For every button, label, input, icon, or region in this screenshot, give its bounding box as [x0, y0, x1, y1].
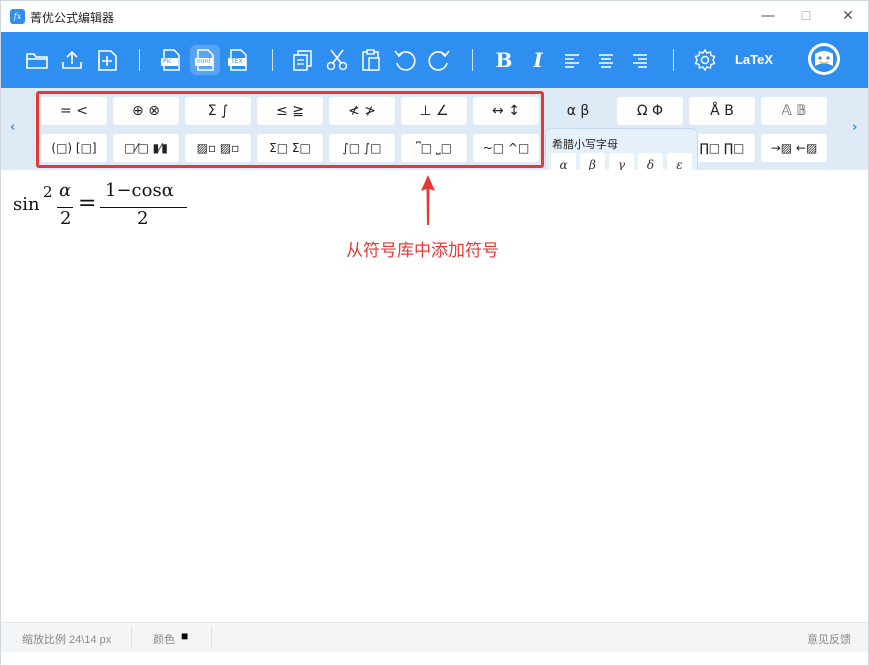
upload-button[interactable]	[57, 45, 87, 75]
bold-label: B	[495, 48, 513, 72]
red-arrow-icon	[421, 175, 435, 225]
mascot-avatar[interactable]	[807, 42, 841, 76]
align-center-button[interactable]	[591, 45, 621, 75]
italic-button[interactable]: I	[523, 45, 553, 75]
palette-product-templates-button[interactable]: ∏□ ∏□	[689, 134, 755, 162]
formula-frac2-den: 2	[137, 208, 149, 229]
scissors-icon	[326, 49, 348, 71]
clipboard-icon	[362, 49, 380, 71]
toolbar-divider	[673, 49, 674, 71]
zoom-level-label[interactable]: 缩放比例 24\14 px	[22, 631, 111, 647]
toolbar-divider	[272, 49, 273, 71]
latex-button[interactable]: LaTeX	[727, 49, 781, 71]
align-right-button[interactable]	[625, 45, 655, 75]
toolbar-divider	[139, 49, 140, 71]
formula-frac1-num: α	[59, 180, 72, 201]
new-file-button[interactable]	[92, 45, 122, 75]
pic-label: Pic	[163, 58, 172, 65]
book-mascot-icon	[808, 43, 840, 75]
formula-power: 2	[43, 183, 53, 201]
export-tex-button[interactable]: TEX	[223, 45, 253, 75]
formula-func: sin	[13, 194, 40, 215]
paste-button[interactable]	[356, 45, 386, 75]
cut-button[interactable]	[322, 45, 352, 75]
tex-label: TEX	[231, 58, 243, 65]
gear-icon	[694, 48, 716, 72]
bold-button[interactable]: B	[489, 45, 519, 75]
export-pic-button[interactable]: Pic	[156, 45, 186, 75]
palette-letters-button[interactable]: Å B	[689, 97, 755, 125]
align-left-icon	[565, 54, 579, 68]
palette-greek-upper-button[interactable]: Ω Φ	[617, 97, 683, 125]
feedback-link[interactable]: 意见反馈	[807, 631, 851, 647]
redo-icon	[428, 50, 450, 71]
status-divider	[131, 627, 132, 649]
formula-equals: =	[78, 191, 97, 216]
formula-frac2-num: 1−cosα	[105, 180, 174, 201]
copy-button[interactable]	[288, 45, 318, 75]
export-mml-button[interactable]: mml	[190, 45, 220, 75]
italic-label: I	[533, 48, 543, 72]
mml-label: mml	[197, 58, 211, 65]
new-file-icon	[98, 50, 117, 71]
status-bar: 缩放比例 24\14 px 颜色 ■ 意见反馈	[1, 622, 868, 652]
window-title: 菁优公式编辑器	[30, 11, 115, 25]
folder-icon	[26, 53, 48, 69]
redo-button[interactable]	[424, 45, 454, 75]
maximize-button[interactable]: ☐	[791, 5, 821, 27]
undo-button[interactable]	[390, 45, 420, 75]
color-label: 颜色	[153, 634, 175, 646]
settings-button[interactable]	[690, 45, 720, 75]
open-file-button[interactable]	[22, 45, 52, 75]
align-center-icon	[599, 54, 613, 68]
undo-icon	[394, 50, 416, 71]
upload-icon	[62, 50, 82, 69]
palette-prev-button[interactable]: ‹	[10, 120, 15, 135]
formula-display[interactable]: sin 2 α 2 = 1−cosα 2	[13, 179, 203, 239]
highlight-box	[36, 91, 544, 168]
app-logo-icon: fx	[10, 9, 25, 24]
toolbar: Pic mml TEX B I LaTeX	[1, 32, 868, 88]
palette-blackboard-button[interactable]: 𝔸 𝔹	[761, 97, 827, 125]
copy-icon	[293, 50, 312, 71]
palette-vector-arrows-button[interactable]: →▨ ←▨	[761, 134, 827, 162]
greek-panel-title: 希腊小写字母	[552, 139, 618, 151]
title-bar: fx 菁优公式编辑器 — ☐ ✕	[1, 1, 868, 32]
close-button[interactable]: ✕	[833, 5, 863, 27]
palette-next-button[interactable]: ›	[852, 120, 857, 135]
app-window: fx 菁优公式编辑器 — ☐ ✕ Pic mml TEX B I LaTeX ‹…	[0, 0, 869, 666]
align-right-icon	[633, 54, 647, 68]
color-swatch[interactable]: ■	[181, 629, 188, 643]
status-divider	[211, 627, 212, 649]
align-left-button[interactable]	[557, 45, 587, 75]
annotation-text: 从符号库中添加符号	[346, 241, 499, 260]
formula-frac1-den: 2	[60, 208, 72, 229]
minimize-button[interactable]: —	[753, 5, 783, 27]
toolbar-divider	[472, 49, 473, 71]
palette-greek-lower-button[interactable]: α β	[545, 97, 611, 125]
